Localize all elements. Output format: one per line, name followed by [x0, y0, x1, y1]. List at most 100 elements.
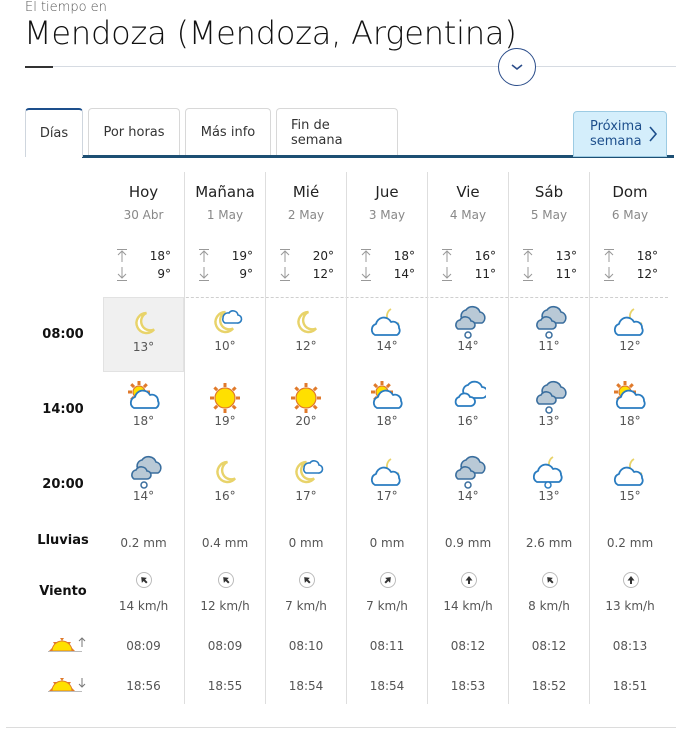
- hour-forecast[interactable]: 11°: [509, 297, 589, 372]
- rain-amount: 0.2 mm: [606, 536, 654, 550]
- day-column[interactable]: Mañana 1 May 19° 9° 10° 19° 16° 0.4 mm 12…: [184, 172, 265, 704]
- hour-forecast[interactable]: 18°: [103, 372, 184, 447]
- tab-mas-info[interactable]: Más info: [185, 108, 271, 156]
- wind-arrow-icon: [465, 576, 473, 584]
- row-label-sunrise: [43, 635, 93, 657]
- next-week-button[interactable]: Próxima semana: [573, 111, 667, 157]
- wind-arrow-icon: [304, 577, 311, 584]
- wind-arrow-icon: [627, 576, 635, 584]
- day-column[interactable]: Vie 4 May 16° 11° 14° 16° 14° 0.9 mm 14 k…: [427, 172, 508, 704]
- sunset-time: 18:54: [288, 679, 324, 693]
- sunset-icon: [48, 678, 86, 692]
- row-label-20: 20:00: [42, 477, 84, 492]
- hour-forecast[interactable]: 14°: [428, 297, 508, 372]
- hour-forecast[interactable]: 15°: [590, 447, 670, 522]
- hour-forecast[interactable]: 18°: [347, 372, 427, 447]
- hour-forecast[interactable]: 13°: [509, 372, 589, 447]
- day-column[interactable]: Sáb 5 May 13° 11° 11° 13° 13° 2.6 mm 8 km…: [508, 172, 589, 704]
- rain-amount: 0.9 mm: [444, 536, 492, 550]
- bottom-divider: [6, 727, 676, 728]
- tab-label: Días: [39, 126, 69, 141]
- max-temp: 18°: [393, 249, 415, 263]
- hour-forecast[interactable]: 13°: [509, 447, 589, 522]
- day-column[interactable]: Dom 6 May 18° 12° 12° 18° 15° 0.2 mm 13 k…: [589, 172, 670, 704]
- hour-forecast[interactable]: 12°: [266, 297, 346, 372]
- rain-amount: 0.2 mm: [120, 536, 167, 550]
- day-name: Vie: [456, 183, 480, 201]
- hour-forecast[interactable]: 16°: [185, 447, 265, 522]
- hour-forecast[interactable]: 18°: [590, 372, 670, 447]
- rain-amount: 0 mm: [288, 536, 324, 550]
- hour-forecast[interactable]: 14°: [103, 447, 184, 522]
- hour-forecast[interactable]: 19°: [185, 372, 265, 447]
- wind-direction-icon[interactable]: [623, 572, 639, 588]
- max-temp-icon: [199, 249, 209, 262]
- day-date: 2 May: [287, 208, 325, 222]
- moon-icon: [297, 310, 318, 334]
- day-name: Dom: [612, 183, 648, 201]
- header-divider: [25, 66, 676, 67]
- day-column[interactable]: Mié 2 May 20° 12° 12° 20° 17° 0 mm 7 km/h…: [265, 172, 346, 704]
- next-week-label: Próxima semana: [590, 119, 642, 149]
- max-temp-row: 18°: [602, 248, 662, 264]
- wind-direction-icon[interactable]: [461, 572, 477, 588]
- hour-temp: 14°: [376, 339, 398, 353]
- rain-clouds-icon: [536, 305, 567, 339]
- row-label-14: 14:00: [42, 402, 84, 417]
- sunrise-time: 08:09: [207, 639, 243, 653]
- max-temp-row: 13°: [521, 248, 581, 264]
- expand-button[interactable]: [498, 48, 536, 86]
- min-temp-icon: [199, 267, 209, 281]
- next-week-line1: Próxima: [590, 119, 643, 134]
- wind-direction-icon[interactable]: [380, 572, 396, 588]
- hour-forecast[interactable]: 17°: [347, 447, 427, 522]
- max-temp-icon: [280, 249, 290, 262]
- sunset-time: 18:51: [612, 679, 648, 693]
- min-temp: 9°: [239, 267, 253, 281]
- tab-por-horas[interactable]: Por horas: [88, 108, 180, 156]
- max-temp-icon: [604, 249, 614, 262]
- hour-forecast[interactable]: 20°: [266, 372, 346, 447]
- max-temp-icon: [117, 249, 127, 262]
- hour-forecast[interactable]: 14°: [428, 447, 508, 522]
- hour-temp: 11°: [538, 339, 560, 353]
- max-temp-row: 20°: [278, 248, 338, 264]
- wind-direction-icon[interactable]: [136, 572, 152, 588]
- tab-dias[interactable]: Días: [25, 108, 83, 157]
- max-temp-row: 16°: [440, 248, 500, 264]
- tab-label: Más info: [200, 125, 256, 140]
- rain-clouds-icon: [130, 455, 162, 489]
- min-temp-row: 11°: [521, 266, 581, 282]
- hour-temp: 19°: [214, 414, 236, 428]
- day-date: 5 May: [530, 208, 568, 222]
- hour-temp: 17°: [376, 489, 398, 503]
- hour-temp: 14°: [132, 489, 155, 503]
- min-temp: 11°: [555, 267, 577, 281]
- hour-temp: 10°: [214, 339, 236, 353]
- hour-temp: 15°: [619, 489, 641, 503]
- day-column[interactable]: Jue 3 May 18° 14° 14° 18° 17° 0 mm 7 km/h…: [346, 172, 427, 704]
- hour-forecast[interactable]: 13°: [103, 297, 184, 372]
- sun-icon: [291, 383, 321, 413]
- row-label-rain: Lluvias: [37, 533, 89, 548]
- sunrise-icon: [48, 637, 86, 652]
- day-column[interactable]: Hoy 30 Abr 18° 9° 13° 18° 14° 0.2 mm 14 k…: [103, 172, 184, 704]
- wind-speed: 8 km/h: [528, 599, 570, 613]
- hour-forecast[interactable]: 10°: [185, 297, 265, 372]
- tab-fin-de-semana[interactable]: Fin de semana: [276, 108, 398, 156]
- day-date: 30 Abr: [123, 208, 164, 222]
- hour-temp: 13°: [538, 414, 560, 428]
- max-min-temps: 20° 12°: [266, 248, 346, 284]
- hour-temp: 18°: [619, 414, 641, 428]
- hour-forecast[interactable]: 17°: [266, 447, 346, 522]
- min-temp-row: 9°: [197, 266, 257, 282]
- wind-arrow-icon: [384, 577, 391, 584]
- hour-forecast[interactable]: 12°: [590, 297, 670, 372]
- wind-direction-icon[interactable]: [542, 572, 558, 588]
- wind-direction-icon[interactable]: [299, 572, 315, 588]
- wind-arrow-icon: [141, 577, 148, 584]
- hour-forecast[interactable]: 14°: [347, 297, 427, 372]
- wind-direction-icon[interactable]: [218, 572, 234, 588]
- min-temp-row: 9°: [115, 266, 175, 282]
- hour-forecast[interactable]: 16°: [428, 372, 508, 447]
